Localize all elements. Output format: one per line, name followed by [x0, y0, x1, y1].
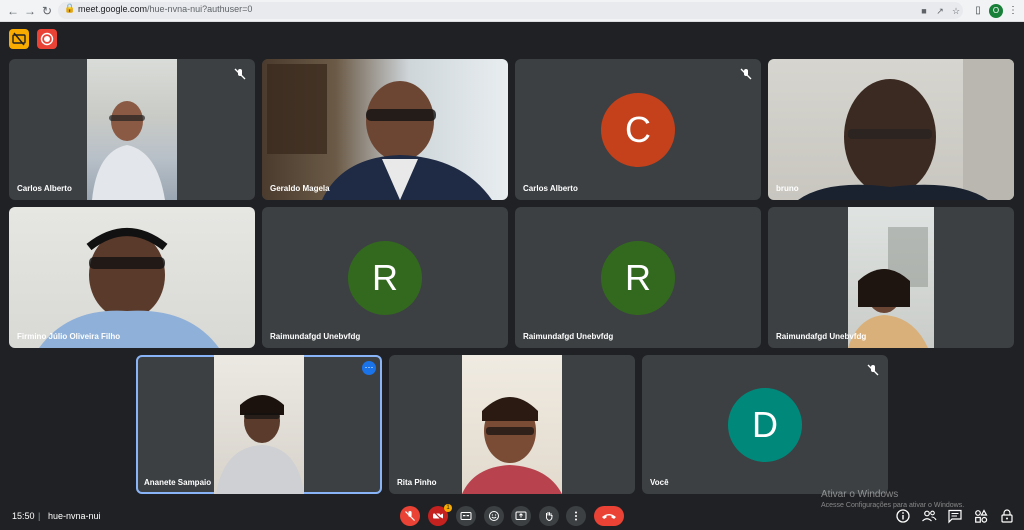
participant-name: Raimundafgd Unebvfdg: [523, 332, 614, 341]
meeting-code: hue-nvna-nui: [48, 511, 101, 521]
participant-tile[interactable]: Raimundafgd Unebvfdg: [768, 207, 1014, 348]
participant-avatar: R: [601, 240, 675, 315]
participant-avatar: D: [728, 387, 802, 462]
watermark-subtitle: Acesse Configurações para ativar o Windo…: [821, 502, 965, 509]
participant-video: [462, 355, 562, 494]
participant-name: bruno: [776, 184, 799, 193]
participant-name: Firmino Júlio Oliveira Filho: [17, 332, 121, 341]
more-options-button[interactable]: [566, 506, 586, 526]
present-screen-button[interactable]: [511, 506, 531, 526]
captions-button[interactable]: [456, 506, 476, 526]
clock-time: 15:50: [12, 511, 35, 521]
participant-name: Raimundafgd Unebvfdg: [270, 332, 361, 341]
mic-off-icon: [405, 511, 415, 521]
participant-name: Geraldo Magela: [270, 184, 330, 193]
recording-indicator-icon[interactable]: [37, 29, 57, 49]
participant-tile[interactable]: Carlos Alberto: [9, 59, 255, 200]
camera-off-icon: [432, 510, 444, 522]
participant-avatar: C: [601, 92, 675, 167]
participant-video: [848, 207, 934, 348]
address-bar[interactable]: 🔒 meet.google.com/hue-nvna-nui?authuser=…: [58, 2, 963, 19]
participant-name: Você: [650, 478, 669, 487]
participant-video: [9, 207, 255, 348]
muted-mic-icon: [740, 68, 752, 80]
profile-avatar[interactable]: O: [989, 4, 1003, 18]
reactions-button[interactable]: [484, 506, 504, 526]
participant-name: Carlos Alberto: [523, 184, 578, 193]
muted-mic-icon: [234, 68, 246, 80]
participant-tile[interactable]: D Você: [642, 355, 888, 494]
participant-tile[interactable]: ⋯ Ananete Sampaio: [136, 355, 382, 494]
end-call-icon: [602, 514, 616, 519]
participant-tile[interactable]: bruno: [768, 59, 1014, 200]
captions-off-indicator-icon[interactable]: [9, 29, 29, 49]
side-panel-icon[interactable]: ▯: [971, 3, 985, 19]
participant-name: Raimundafgd Unebvfdg: [776, 332, 867, 341]
browser-toolbar: ← → ↻ 🔒 meet.google.com/hue-nvna-nui?aut…: [0, 0, 1024, 22]
participant-video: [262, 59, 508, 200]
participant-tile[interactable]: Geraldo Magela: [262, 59, 508, 200]
raise-hand-icon: [545, 512, 553, 522]
windows-activation-watermark: Ativar o Windows Acesse Configurações pa…: [821, 489, 964, 509]
participant-name: Carlos Alberto: [17, 184, 72, 193]
raise-hand-button[interactable]: [539, 506, 559, 526]
back-icon[interactable]: ←: [5, 3, 21, 19]
notification-badge: 1: [444, 504, 452, 512]
participant-tile[interactable]: R Raimundafgd Unebvfdg: [262, 207, 508, 348]
participant-tile[interactable]: Rita Pinho: [389, 355, 635, 494]
participant-video: [87, 59, 177, 200]
captions-icon: [460, 512, 472, 520]
url-text: meet.google.com/hue-nvna-nui?authuser=0: [78, 4, 253, 14]
host-controls-lock-icon[interactable]: [999, 508, 1015, 524]
participant-tile[interactable]: R Raimundafgd Unebvfdg: [515, 207, 761, 348]
participant-avatar: R: [348, 240, 422, 315]
separator: |: [38, 511, 41, 521]
emoji-icon: [489, 511, 499, 521]
reload-icon[interactable]: ↻: [39, 3, 55, 19]
bookmark-star-icon[interactable]: ☆: [950, 5, 962, 17]
participant-tile[interactable]: Firmino Júlio Oliveira Filho: [9, 207, 255, 348]
watermark-title: Ativar o Windows: [821, 489, 899, 500]
participant-name: Ananete Sampaio: [144, 478, 212, 487]
more-vertical-icon: [575, 511, 577, 521]
forward-icon[interactable]: →: [22, 3, 38, 19]
lock-icon: 🔒: [64, 3, 76, 13]
present-screen-icon: [515, 511, 527, 520]
meeting-details-icon[interactable]: [895, 508, 911, 524]
participant-video: [214, 355, 304, 494]
participant-tile[interactable]: C Carlos Alberto: [515, 59, 761, 200]
muted-mic-icon: [867, 364, 879, 376]
more-options-icon[interactable]: ⋯: [362, 361, 376, 375]
share-icon[interactable]: ↗: [934, 5, 946, 17]
mic-off-button[interactable]: [400, 506, 420, 526]
activities-icon[interactable]: [973, 508, 989, 524]
menu-kebab-icon[interactable]: ⋮: [1006, 3, 1020, 19]
people-icon[interactable]: [921, 508, 937, 524]
leave-call-button[interactable]: [594, 506, 624, 526]
camera-in-use-icon[interactable]: ■: [918, 5, 930, 17]
participant-name: Rita Pinho: [397, 478, 437, 487]
participant-video: [768, 59, 1014, 200]
chat-icon[interactable]: [947, 508, 963, 524]
